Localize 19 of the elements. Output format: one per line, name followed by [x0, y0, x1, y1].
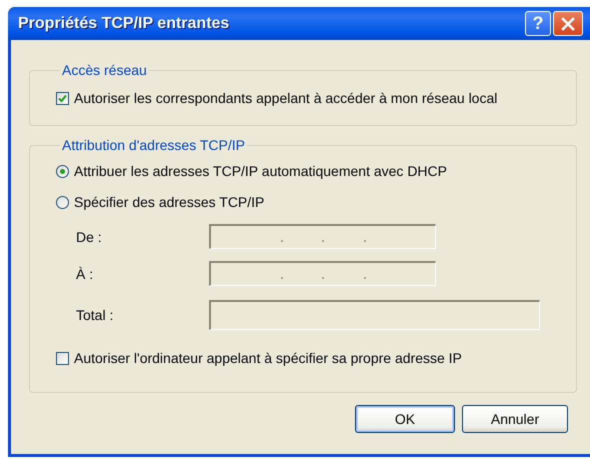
group-title: Attribution d'adresses TCP/IP: [61, 137, 246, 153]
radio-label: Spécifier des adresses TCP/IP: [74, 194, 264, 210]
field-label: À :: [76, 266, 94, 282]
checkbox-label: Autoriser les correspondants appelant à accéder à mon réseau local: [74, 90, 498, 106]
checkbox-label: Autoriser l'ordinateur appelant à spécifier sa propre adresse IP: [74, 350, 462, 366]
cancel-button[interactable]: Annuler: [462, 405, 568, 433]
group-title: Accès réseau: [61, 62, 148, 78]
checkbox[interactable]: [56, 92, 69, 104]
field-label: Total :: [76, 307, 114, 323]
radio-button[interactable]: [56, 196, 69, 208]
field-label: De :: [76, 228, 103, 244]
ok-button[interactable]: OK: [355, 405, 455, 433]
close-icon: [560, 16, 576, 32]
checkbox[interactable]: [56, 352, 69, 364]
radio-button[interactable]: [56, 164, 69, 178]
radio-label: Attribuer les adresses TCP/IP automatiquement avec DHCP: [74, 163, 447, 179]
help-button[interactable]: ?: [525, 11, 551, 36]
window-title: Propriétés TCP/IP entrantes: [18, 14, 230, 32]
close-button[interactable]: [553, 11, 583, 36]
